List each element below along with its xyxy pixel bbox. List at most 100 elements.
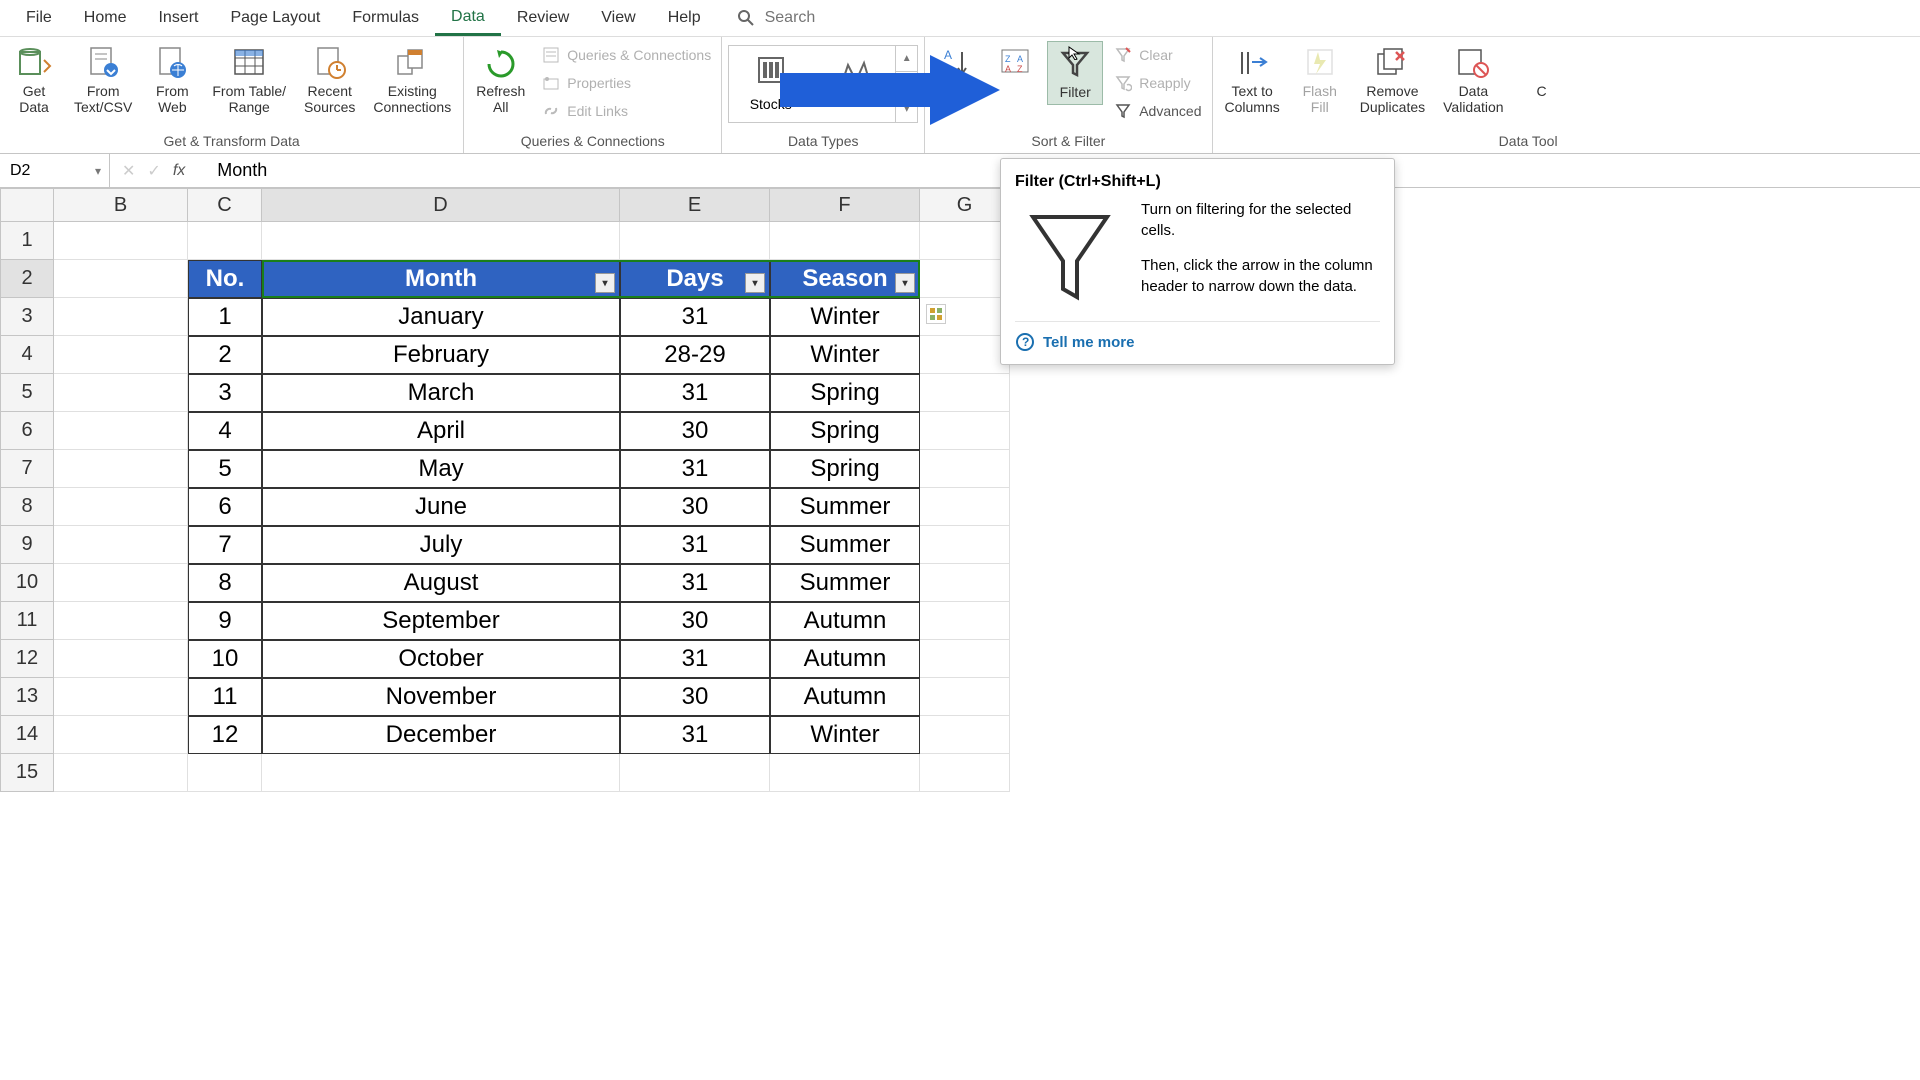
refresh-all-button[interactable]: Refresh All bbox=[470, 41, 531, 119]
cell-B4[interactable] bbox=[54, 336, 188, 374]
cell-G10[interactable] bbox=[920, 564, 1010, 602]
row-header-3[interactable]: 3 bbox=[0, 298, 54, 336]
cell-G9[interactable] bbox=[920, 526, 1010, 564]
cell-G13[interactable] bbox=[920, 678, 1010, 716]
edit-links-button[interactable]: Edit Links bbox=[537, 99, 715, 123]
cell-B15[interactable] bbox=[54, 754, 188, 792]
cell-F4[interactable]: Winter bbox=[770, 336, 920, 374]
get-data-button[interactable]: Get Data bbox=[6, 41, 62, 119]
cell-F3[interactable]: Winter bbox=[770, 298, 920, 336]
cell-G11[interactable] bbox=[920, 602, 1010, 640]
cell-D10[interactable]: August bbox=[262, 564, 620, 602]
col-header-F[interactable]: F bbox=[770, 188, 920, 222]
cell-C7[interactable]: 5 bbox=[188, 450, 262, 488]
from-table-button[interactable]: From Table/ Range bbox=[206, 41, 292, 119]
name-box[interactable]: D2 bbox=[0, 154, 110, 187]
cell-B3[interactable] bbox=[54, 298, 188, 336]
cell-C6[interactable]: 4 bbox=[188, 412, 262, 450]
row-header-6[interactable]: 6 bbox=[0, 412, 54, 450]
cell-E15[interactable] bbox=[620, 754, 770, 792]
cell-D6[interactable]: April bbox=[262, 412, 620, 450]
cell-F14[interactable]: Winter bbox=[770, 716, 920, 754]
cell-E6[interactable]: 30 bbox=[620, 412, 770, 450]
row-header-15[interactable]: 15 bbox=[0, 754, 54, 792]
text-to-columns-button[interactable]: Text to Columns bbox=[1219, 41, 1286, 119]
cell-B13[interactable] bbox=[54, 678, 188, 716]
cell-G8[interactable] bbox=[920, 488, 1010, 526]
cell-F12[interactable]: Autumn bbox=[770, 640, 920, 678]
advanced-filter-button[interactable]: Advanced bbox=[1109, 99, 1205, 123]
cell-C15[interactable] bbox=[188, 754, 262, 792]
cell-E5[interactable]: 31 bbox=[620, 374, 770, 412]
cell-C12[interactable]: 10 bbox=[188, 640, 262, 678]
cell-D9[interactable]: July bbox=[262, 526, 620, 564]
remove-duplicates-button[interactable]: Remove Duplicates bbox=[1354, 41, 1431, 119]
cell-G14[interactable] bbox=[920, 716, 1010, 754]
cell-B2[interactable] bbox=[54, 260, 188, 298]
cell-B10[interactable] bbox=[54, 564, 188, 602]
cell-D13[interactable]: November bbox=[262, 678, 620, 716]
tab-help[interactable]: Help bbox=[652, 2, 717, 34]
cell-E9[interactable]: 31 bbox=[620, 526, 770, 564]
data-validation-button[interactable]: Data Validation bbox=[1437, 41, 1509, 119]
cell-C1[interactable] bbox=[188, 222, 262, 260]
cell-D2[interactable]: Month▾ bbox=[262, 260, 620, 298]
cell-G1[interactable] bbox=[920, 222, 1010, 260]
from-web-button[interactable]: From Web bbox=[144, 41, 200, 119]
cell-D8[interactable]: June bbox=[262, 488, 620, 526]
filter-dropdown-season[interactable]: ▾ bbox=[895, 273, 915, 293]
cell-D4[interactable]: February bbox=[262, 336, 620, 374]
row-header-4[interactable]: 4 bbox=[0, 336, 54, 374]
cell-F9[interactable]: Summer bbox=[770, 526, 920, 564]
row-header-9[interactable]: 9 bbox=[0, 526, 54, 564]
reapply-button[interactable]: Reapply bbox=[1109, 71, 1205, 95]
tell-me-more-link[interactable]: ? Tell me more bbox=[1015, 321, 1380, 352]
cell-C13[interactable]: 11 bbox=[188, 678, 262, 716]
confirm-edit-icon[interactable]: ✓ bbox=[147, 161, 160, 181]
col-header-C[interactable]: C bbox=[188, 188, 262, 222]
cell-F11[interactable]: Autumn bbox=[770, 602, 920, 640]
tab-page-layout[interactable]: Page Layout bbox=[214, 2, 336, 34]
cell-C10[interactable]: 8 bbox=[188, 564, 262, 602]
row-header-1[interactable]: 1 bbox=[0, 222, 54, 260]
cell-B9[interactable] bbox=[54, 526, 188, 564]
cell-F6[interactable]: Spring bbox=[770, 412, 920, 450]
cell-G15[interactable] bbox=[920, 754, 1010, 792]
row-header-12[interactable]: 12 bbox=[0, 640, 54, 678]
cell-E7[interactable]: 31 bbox=[620, 450, 770, 488]
cell-B6[interactable] bbox=[54, 412, 188, 450]
cell-G2[interactable] bbox=[920, 260, 1010, 298]
cell-G6[interactable] bbox=[920, 412, 1010, 450]
cell-E12[interactable]: 31 bbox=[620, 640, 770, 678]
cell-D11[interactable]: September bbox=[262, 602, 620, 640]
cell-D15[interactable] bbox=[262, 754, 620, 792]
row-header-11[interactable]: 11 bbox=[0, 602, 54, 640]
recent-sources-button[interactable]: Recent Sources bbox=[298, 41, 361, 119]
row-header-14[interactable]: 14 bbox=[0, 716, 54, 754]
cell-E13[interactable]: 30 bbox=[620, 678, 770, 716]
cell-F5[interactable]: Spring bbox=[770, 374, 920, 412]
tab-insert[interactable]: Insert bbox=[142, 2, 214, 34]
cell-E10[interactable]: 31 bbox=[620, 564, 770, 602]
row-header-8[interactable]: 8 bbox=[0, 488, 54, 526]
cell-E2[interactable]: Days▾ bbox=[620, 260, 770, 298]
cell-B5[interactable] bbox=[54, 374, 188, 412]
cell-B11[interactable] bbox=[54, 602, 188, 640]
cell-D3[interactable]: January bbox=[262, 298, 620, 336]
tab-view[interactable]: View bbox=[585, 2, 651, 34]
cancel-edit-icon[interactable]: ✕ bbox=[122, 161, 135, 181]
col-header-D[interactable]: D bbox=[262, 188, 620, 222]
cell-C5[interactable]: 3 bbox=[188, 374, 262, 412]
flash-fill-button[interactable]: Flash Fill bbox=[1292, 41, 1348, 119]
cell-F10[interactable]: Summer bbox=[770, 564, 920, 602]
cell-D7[interactable]: May bbox=[262, 450, 620, 488]
filter-dropdown-month[interactable]: ▾ bbox=[595, 273, 615, 293]
filter-button[interactable]: Filter bbox=[1047, 41, 1103, 105]
row-header-7[interactable]: 7 bbox=[0, 450, 54, 488]
cell-C14[interactable]: 12 bbox=[188, 716, 262, 754]
tab-home[interactable]: Home bbox=[68, 2, 143, 34]
cell-C4[interactable]: 2 bbox=[188, 336, 262, 374]
properties-button[interactable]: Properties bbox=[537, 71, 715, 95]
tab-file[interactable]: File bbox=[10, 2, 68, 34]
tab-review[interactable]: Review bbox=[501, 2, 585, 34]
